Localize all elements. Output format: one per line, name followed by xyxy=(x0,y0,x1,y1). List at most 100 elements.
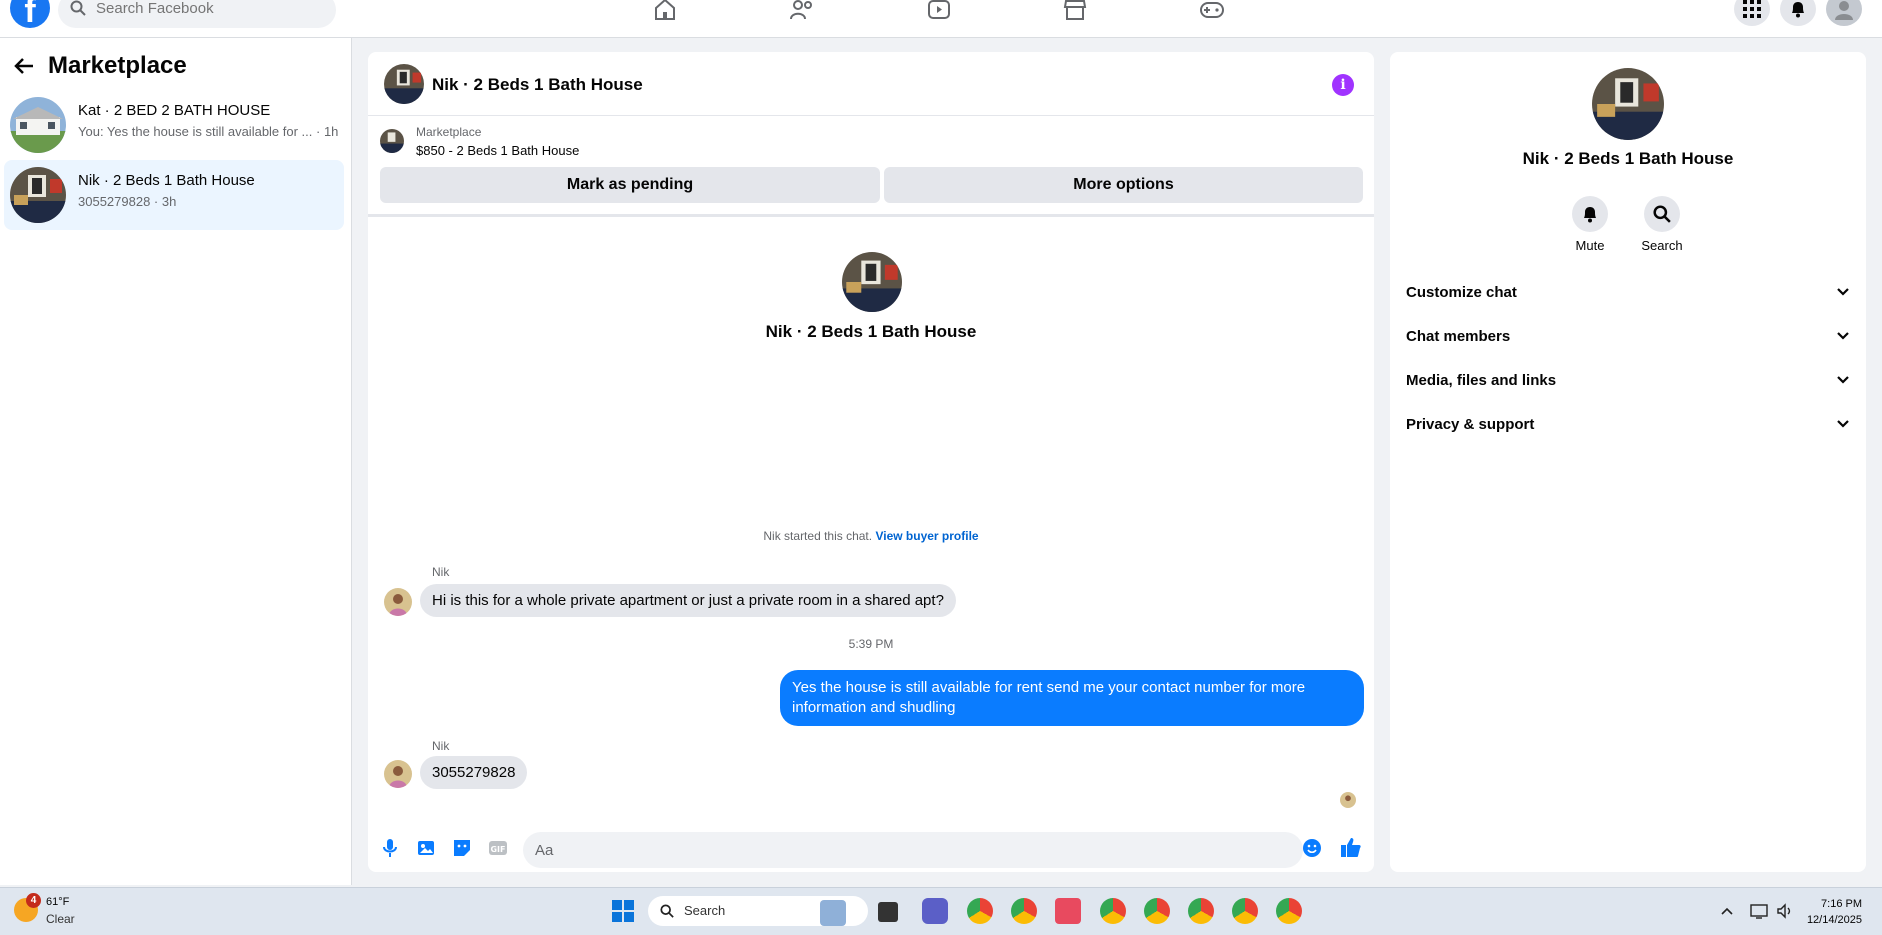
conversation-item-kat[interactable]: Kat · 2 BED 2 BATH HOUSE You: Yes the ho… xyxy=(4,90,344,160)
mute-label: Mute xyxy=(1575,238,1605,253)
mute-button[interactable]: Mute xyxy=(1560,196,1620,253)
chevron-down-icon xyxy=(1837,332,1849,340)
sidebar-header: Marketplace xyxy=(14,52,187,80)
gaming-icon[interactable] xyxy=(1192,0,1232,22)
windows-taskbar: 4 61°F Clear Search 7:16 PM 12/14/2025 xyxy=(0,887,1882,935)
volume-icon[interactable] xyxy=(1776,902,1794,920)
task-view-icon[interactable] xyxy=(878,902,898,922)
chat-info-panel: Nik · 2 Beds 1 Bath House Mute Search Cu… xyxy=(1390,52,1866,872)
search-icon xyxy=(70,0,86,16)
notifications-button[interactable] xyxy=(1780,0,1816,26)
top-navigation-bar: f xyxy=(0,0,1882,38)
weather-badge: 4 xyxy=(26,893,41,908)
conversation-preview: 3055279828 · 3h xyxy=(78,194,177,209)
menu-grid-button[interactable] xyxy=(1734,0,1770,26)
watch-icon[interactable] xyxy=(919,0,959,22)
seen-indicator-avatar xyxy=(1340,792,1356,808)
privacy-support-section[interactable]: Privacy & support xyxy=(1406,402,1850,446)
account-avatar[interactable] xyxy=(1826,0,1862,26)
customize-chat-section[interactable]: Customize chat xyxy=(1406,270,1850,314)
section-label: Customize chat xyxy=(1406,283,1517,301)
facebook-logo[interactable]: f xyxy=(10,0,50,30)
svg-text:GIF: GIF xyxy=(490,845,505,854)
info-avatar[interactable] xyxy=(1592,68,1664,140)
weather-condition[interactable]: Clear xyxy=(46,912,75,926)
media-files-links-section[interactable]: Media, files and links xyxy=(1406,358,1850,402)
chevron-up-icon[interactable] xyxy=(1720,906,1734,916)
search-highlight-icon[interactable] xyxy=(820,900,846,926)
chat-avatar[interactable] xyxy=(384,64,424,104)
message-timestamp: 5:39 PM xyxy=(848,637,894,651)
message-sender: Nik xyxy=(432,739,450,753)
message-sender: Nik xyxy=(432,565,450,579)
intro-avatar xyxy=(842,252,902,312)
sender-avatar[interactable] xyxy=(384,760,412,788)
message-input[interactable] xyxy=(523,832,1303,868)
chrome-profile-icon[interactable] xyxy=(1144,898,1170,924)
section-label: Chat members xyxy=(1406,327,1511,345)
listing-mini-thumbnail xyxy=(380,129,404,153)
clock-time: 7:16 PM xyxy=(1821,898,1862,910)
message-composer: GIF xyxy=(368,822,1374,872)
chrome-icon[interactable] xyxy=(967,898,993,924)
chrome-profile-icon[interactable] xyxy=(1188,898,1214,924)
chrome-profile-icon[interactable] xyxy=(1232,898,1258,924)
facebook-search[interactable] xyxy=(58,0,336,28)
friends-icon[interactable] xyxy=(782,0,822,22)
conversation-sidebar: Marketplace Kat · 2 BED 2 BATH HOUSE You… xyxy=(0,38,352,885)
search-conversation-button[interactable]: Search xyxy=(1632,196,1692,253)
user-icon xyxy=(1835,1,1853,20)
weather-temperature[interactable]: 61°F xyxy=(46,896,69,908)
marketplace-listing-bar: Marketplace $850 - 2 Beds 1 Bath House M… xyxy=(368,117,1374,267)
info-icon[interactable]: i xyxy=(1332,74,1354,96)
chrome-profile-icon[interactable] xyxy=(1011,898,1037,924)
search-icon xyxy=(1653,205,1671,223)
search-input[interactable] xyxy=(96,0,316,17)
outgoing-message: Yes the house is still available for ren… xyxy=(780,670,1364,726)
incoming-message: Hi is this for a whole private apartment… xyxy=(420,584,956,617)
search-label: Search xyxy=(1641,238,1683,253)
listing-thumbnail xyxy=(10,97,66,153)
conversation-preview: You: Yes the house is still available fo… xyxy=(78,124,339,139)
chrome-profile-icon[interactable] xyxy=(1100,898,1126,924)
sticker-icon[interactable] xyxy=(452,838,472,858)
conversation-item-nik[interactable]: Nik · 2 Beds 1 Bath House 3055279828 · 3… xyxy=(4,160,344,230)
conversation-title: Nik · 2 Beds 1 Bath House xyxy=(78,172,255,189)
bell-icon xyxy=(1584,207,1596,223)
bell-icon xyxy=(1792,2,1804,18)
marketplace-icon[interactable] xyxy=(1055,0,1095,22)
chevron-down-icon xyxy=(1837,376,1849,384)
windows-start-icon[interactable] xyxy=(612,900,634,922)
mark-as-pending-button[interactable]: Mark as pending xyxy=(380,167,880,203)
chat-started-notice: Nik started this chat. View buyer profil… xyxy=(368,529,1374,543)
teams-icon[interactable] xyxy=(922,898,948,924)
chat-window: Nik · 2 Beds 1 Bath House i Marketplace … xyxy=(368,52,1374,872)
section-label: Privacy & support xyxy=(1406,415,1535,433)
chevron-down-icon xyxy=(1837,288,1849,296)
chrome-profile-icon[interactable] xyxy=(1276,898,1302,924)
view-buyer-profile-link[interactable]: View buyer profile xyxy=(875,529,978,543)
home-icon[interactable] xyxy=(645,0,685,22)
sidebar-title: Marketplace xyxy=(48,52,187,79)
chat-title[interactable]: Nik · 2 Beds 1 Bath House xyxy=(432,75,643,95)
microphone-icon[interactable] xyxy=(380,838,400,858)
sender-avatar[interactable] xyxy=(384,588,412,616)
chevron-down-icon xyxy=(1837,420,1849,428)
listing-thumbnail xyxy=(10,167,66,223)
listing-price-title[interactable]: $850 - 2 Beds 1 Bath House xyxy=(416,143,579,158)
info-title: Nik · 2 Beds 1 Bath House xyxy=(1522,149,1734,168)
gif-icon[interactable]: GIF xyxy=(488,838,508,858)
grid-icon xyxy=(1743,0,1761,18)
started-text: Nik started this chat. xyxy=(763,529,873,543)
snipping-tool-icon[interactable] xyxy=(1055,898,1081,924)
emoji-icon[interactable] xyxy=(1302,838,1322,858)
network-icon[interactable] xyxy=(1750,902,1768,920)
more-options-button[interactable]: More options xyxy=(884,167,1363,203)
back-arrow-icon[interactable] xyxy=(14,57,34,75)
intro-title: Nik · 2 Beds 1 Bath House xyxy=(765,322,977,341)
photo-icon[interactable] xyxy=(416,838,436,858)
chat-members-section[interactable]: Chat members xyxy=(1406,314,1850,358)
system-clock[interactable]: 7:16 PM 12/14/2025 xyxy=(1807,896,1862,928)
thumbs-up-icon[interactable] xyxy=(1340,836,1362,858)
clock-date: 12/14/2025 xyxy=(1806,914,1862,926)
